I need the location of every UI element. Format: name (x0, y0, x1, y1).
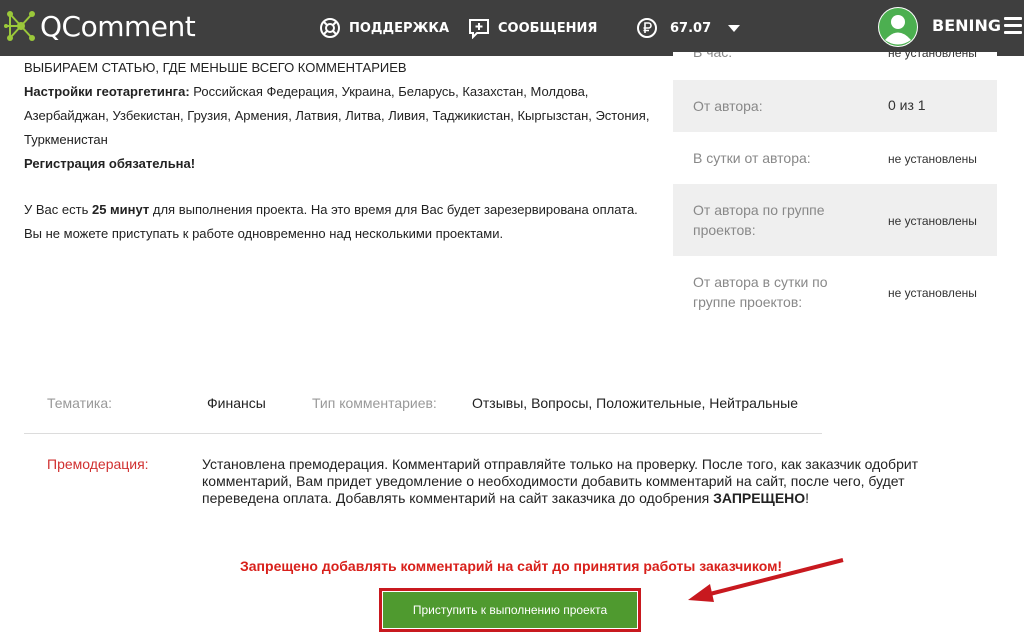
limit-row: От автора по группе проектов: не установ… (673, 184, 997, 256)
premoderation-body: Установлена премодерация. Комментарий от… (202, 456, 919, 506)
start-project-button[interactable]: Приступить к выполнению проекта (383, 592, 637, 628)
logo-text: QComment (40, 9, 196, 43)
balance-dropdown[interactable]: 67.07 (636, 14, 741, 42)
limit-row: От автора: 0 из 1 (673, 80, 997, 132)
premoderation-forbidden: ЗАПРЕЩЕНО (713, 490, 806, 506)
balance-value: 67.07 (670, 20, 712, 36)
limit-value: не установлены (888, 152, 977, 166)
arrow-annotation-icon (688, 558, 844, 602)
comment-type-label: Тип комментариев: (312, 395, 437, 411)
divider (24, 433, 822, 434)
time-info: У Вас есть 25 минут для выполнения проек… (24, 198, 664, 222)
geo-settings: Настройки геотаргетинга: Российская Феде… (24, 80, 664, 152)
task-heading: ВЫБИРАЕМ СТАТЬЮ, ГДЕ МЕНЬШЕ ВСЕГО КОММЕН… (24, 60, 407, 75)
limit-label: От автора: (693, 98, 763, 114)
menu-icon[interactable] (1004, 17, 1022, 35)
geo-label: Настройки геотаргетинга: (24, 84, 190, 99)
topic-label: Тематика: (47, 395, 112, 411)
limit-value: 0 из 1 (888, 97, 926, 113)
time-note: Вы не можете приступать к работе одновре… (24, 226, 504, 241)
lifebuoy-icon (320, 18, 340, 38)
limit-row: В сутки от автора: не установлены (673, 132, 997, 184)
top-navbar: QComment ПОДДЕРЖКА СООБЩЕНИЯ 67.07 BENIN… (0, 0, 1024, 56)
limit-label: В час: (693, 52, 733, 60)
avatar[interactable] (878, 7, 918, 47)
message-plus-icon (469, 19, 489, 39)
limit-value: не установлены (888, 52, 977, 60)
registration-required: Регистрация обязательна! (24, 156, 196, 171)
premoderation-label: Премодерация: (47, 456, 149, 472)
nav-support-label: ПОДДЕРЖКА (349, 20, 450, 36)
comment-type-value: Отзывы, Вопросы, Положительные, Нейтраль… (472, 395, 799, 411)
logo[interactable]: QComment (4, 6, 196, 46)
time-value: 25 минут (91, 202, 150, 217)
limit-label: От автора по группе проектов: (693, 202, 825, 238)
nav-support[interactable]: ПОДДЕРЖКА (319, 14, 449, 42)
time-suffix: для выполнения проекта. На это время для… (152, 202, 638, 217)
task-description: ВЫБИРАЕМ СТАТЬЮ, ГДЕ МЕНЬШЕ ВСЕГО КОММЕН… (24, 56, 664, 246)
caret-down-icon (728, 25, 741, 32)
limit-label: От автора в сутки по группе проектов: (693, 274, 828, 310)
limit-value: не установлены (888, 214, 977, 228)
premoderation-end: ! (805, 490, 810, 506)
limit-label: В сутки от автора: (693, 150, 811, 166)
premoderation-text: Установлена премодерация. Комментарий от… (202, 456, 922, 507)
logo-network-icon (4, 11, 35, 41)
ruble-icon (637, 18, 657, 38)
topic-value: Финансы (207, 395, 266, 411)
user-name[interactable]: BENING (932, 16, 1001, 35)
time-prefix: У Вас есть (24, 202, 89, 217)
nav-messages[interactable]: СООБЩЕНИЯ (468, 14, 597, 42)
limit-value: не установлены (888, 286, 977, 300)
user-avatar-icon (879, 8, 917, 46)
nav-messages-label: СООБЩЕНИЯ (498, 20, 598, 36)
limit-row: От автора в сутки по группе проектов: не… (673, 256, 997, 328)
limit-row: В час: не установлены (673, 52, 997, 66)
